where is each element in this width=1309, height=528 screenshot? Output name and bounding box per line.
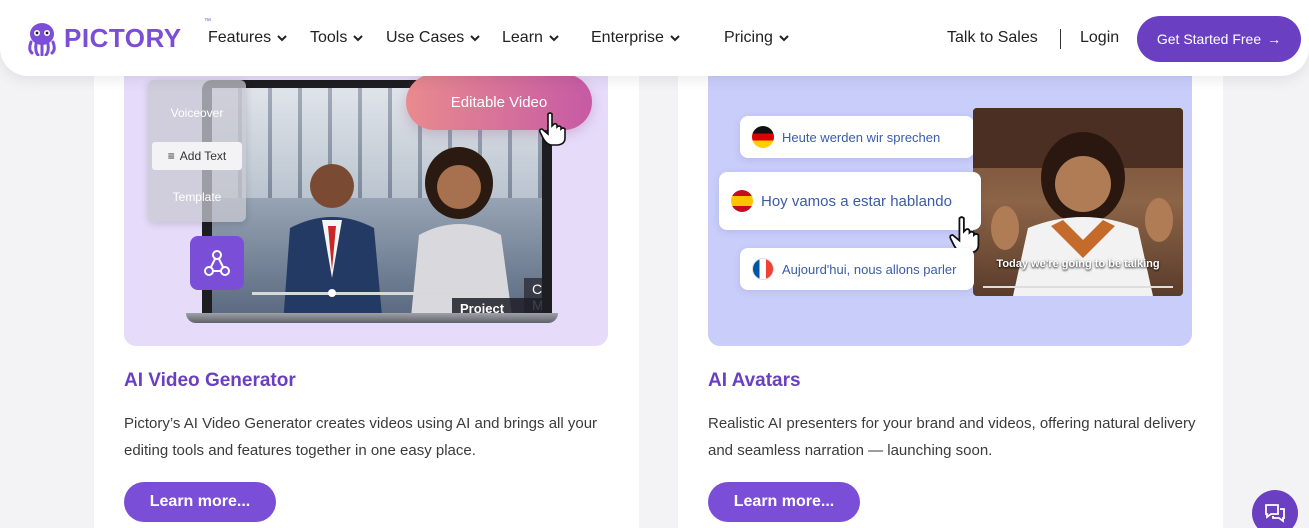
get-started-free-button[interactable]: Get Started Free → — [1137, 16, 1301, 62]
card-title: AI Avatars — [708, 370, 801, 391]
language-pill-french: Aujourd'hui, nous allons parler — [740, 248, 974, 290]
arrow-right-icon: → — [1267, 31, 1282, 47]
nav-learn[interactable]: Learn — [502, 29, 559, 47]
nav-pricing[interactable]: Pricing — [724, 29, 789, 47]
chevron-down-icon — [779, 35, 789, 42]
nav-features[interactable]: Features — [208, 29, 287, 47]
laptop-base — [186, 313, 558, 323]
card-description: Pictory’s AI Video Generator creates vid… — [124, 415, 598, 459]
chevron-down-icon — [549, 35, 559, 42]
lines-icon: ≡ — [167, 149, 175, 163]
video-timeline — [252, 289, 492, 297]
editor-side-menu: Voiceover ≡ Add Text Template — [148, 80, 246, 222]
video-caption: Today we're going to be talking — [996, 258, 1160, 270]
learn-more-button[interactable]: Learn more... — [708, 482, 860, 522]
nav-divider — [1060, 29, 1061, 49]
pictory-logo[interactable]: PICTORY ™ — [24, 18, 211, 56]
learn-more-button[interactable]: Learn more... — [124, 482, 276, 522]
login-link[interactable]: Login — [1080, 29, 1119, 47]
language-pill-spanish: Hoy vamos a estar hablando — [719, 172, 981, 230]
nav-enterprise[interactable]: Enterprise — [591, 29, 680, 47]
france-flag-icon — [752, 258, 774, 280]
logo-text: PICTORY — [64, 22, 182, 53]
hand-pointer-icon — [538, 112, 566, 146]
menu-item-template: Template — [172, 190, 222, 204]
nav-tools[interactable]: Tools — [310, 29, 364, 47]
role-tag: Project Management — [452, 298, 542, 313]
avatar-video-frame: Today we're going to be talking — [973, 108, 1183, 296]
ai-avatars-illustration: Heute werden wir sprechen Today we're go… — [708, 40, 1192, 346]
chat-icon — [1265, 504, 1285, 523]
talk-to-sales-link[interactable]: Talk to Sales — [947, 29, 1038, 47]
germany-flag-icon — [752, 126, 774, 148]
menu-item-add-text: ≡ Add Text — [152, 142, 242, 170]
ai-video-generator-illustration: Chloe May Project Management Voiceover ≡… — [124, 40, 608, 346]
timeline-scrubber — [328, 289, 336, 297]
top-navigation: PICTORY ™ Features Tools Use Cases Learn… — [0, 0, 1309, 76]
chevron-down-icon — [470, 35, 480, 42]
video-progress-bar — [983, 286, 1173, 288]
share-button-illustration — [190, 236, 244, 290]
card-ai-avatars: Heute werden wir sprechen Today we're go… — [678, 40, 1223, 528]
share-nodes-icon — [204, 250, 230, 276]
menu-item-voiceover: Voiceover — [170, 106, 224, 120]
nav-use-cases[interactable]: Use Cases — [386, 29, 480, 47]
chevron-down-icon — [277, 35, 287, 42]
chat-widget-button[interactable] — [1252, 490, 1298, 528]
card-ai-video-generator: Chloe May Project Management Voiceover ≡… — [94, 40, 639, 528]
card-description: Realistic AI presenters for your brand a… — [708, 415, 1196, 459]
card-title: AI Video Generator — [124, 370, 296, 391]
trademark: ™ — [204, 18, 211, 25]
presenter-woman-image — [411, 147, 512, 313]
octopus-logo-icon — [28, 23, 56, 56]
spain-flag-icon — [731, 190, 753, 212]
language-pill-german: Heute werden wir sprechen — [740, 116, 974, 158]
chevron-down-icon — [353, 35, 364, 42]
chevron-down-icon — [670, 35, 680, 42]
